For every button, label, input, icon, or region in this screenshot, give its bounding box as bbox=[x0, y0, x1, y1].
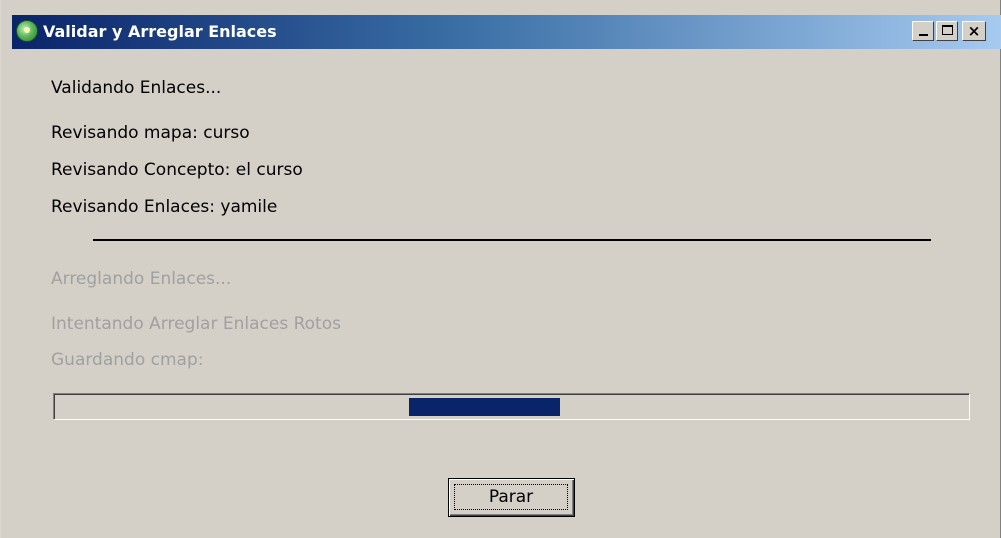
progress-bar bbox=[53, 393, 970, 420]
maximize-icon bbox=[942, 25, 953, 35]
checking-concept-label: Revisando Concepto: el curso bbox=[51, 160, 303, 180]
minimize-icon bbox=[919, 34, 928, 36]
stop-button-label: Parar bbox=[454, 484, 568, 510]
saving-cmap-label: Guardando cmap: bbox=[51, 350, 204, 370]
checking-links-label: Revisando Enlaces: yamile bbox=[51, 197, 278, 217]
title-bar[interactable]: Validar y Arreglar Enlaces × bbox=[12, 15, 1001, 49]
window-title: Validar y Arreglar Enlaces bbox=[43, 22, 277, 41]
validating-heading: Validando Enlaces... bbox=[51, 78, 222, 98]
repairing-heading: Arreglando Enlaces... bbox=[51, 269, 232, 289]
cmap-app-icon bbox=[16, 20, 38, 42]
dialog-window: Validar y Arreglar Enlaces × Validando E… bbox=[0, 0, 1001, 538]
repair-attempt-label: Intentando Arreglar Enlaces Rotos bbox=[51, 314, 341, 334]
progress-indicator bbox=[409, 398, 560, 416]
close-icon: × bbox=[967, 22, 981, 40]
maximize-button[interactable] bbox=[936, 21, 958, 41]
close-button[interactable]: × bbox=[962, 21, 986, 41]
minimize-button[interactable] bbox=[912, 21, 934, 41]
section-divider bbox=[93, 239, 931, 241]
stop-button[interactable]: Parar bbox=[448, 478, 575, 517]
checking-map-label: Revisando mapa: curso bbox=[51, 123, 250, 143]
